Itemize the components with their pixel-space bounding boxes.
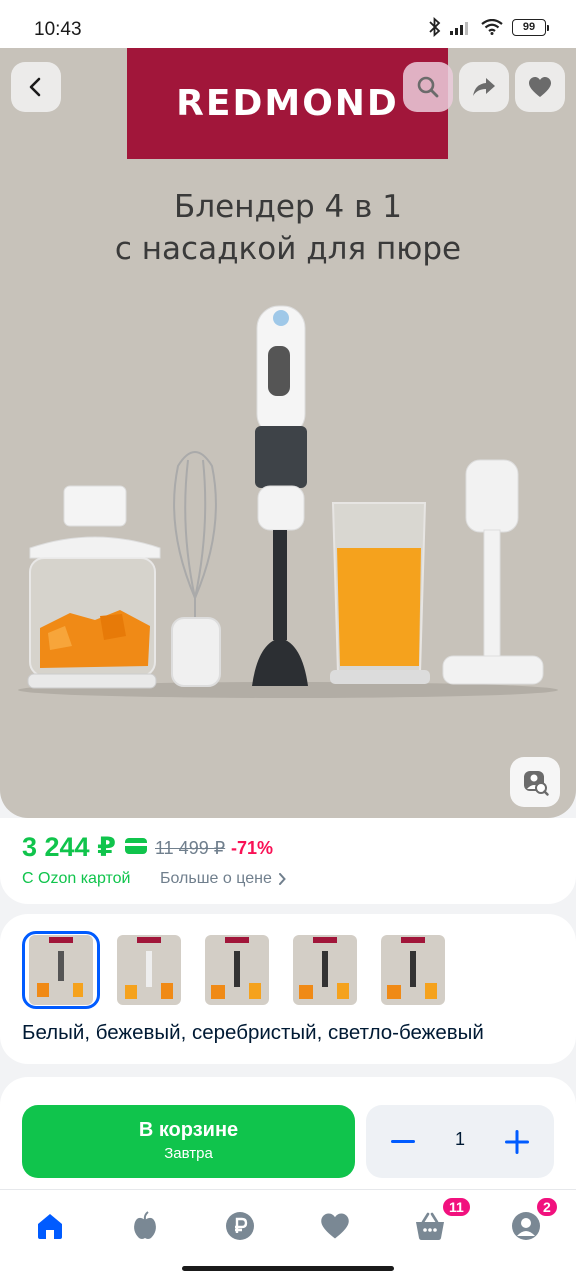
wifi-icon xyxy=(481,19,503,35)
brand-banner: REDMOND xyxy=(127,48,448,159)
chevron-right-icon xyxy=(278,873,286,885)
whisk-illustration xyxy=(171,451,221,687)
plus-icon xyxy=(505,1130,529,1154)
price-card: 3 244 ₽ 11 499 ₽ -71% С Ozon картой Боль… xyxy=(0,818,576,904)
more-about-price-label: Больше о цене xyxy=(160,870,272,887)
share-arrow-icon xyxy=(473,78,495,96)
nav-finance[interactable] xyxy=(222,1208,258,1244)
nav-favorites[interactable] xyxy=(317,1208,353,1244)
status-icons: 99 xyxy=(429,17,549,37)
minus-icon xyxy=(391,1140,415,1143)
variants-card: Белый, бежевый, серебристый, светло-беже… xyxy=(0,914,576,1064)
variant-thumb-image xyxy=(381,935,445,1005)
bluetooth-icon xyxy=(429,17,441,37)
brand-logo-text: REDMOND xyxy=(176,83,399,124)
search-button[interactable] xyxy=(403,62,453,112)
nav-home[interactable] xyxy=(32,1208,68,1244)
promo-title-line-2: с насадкой для пюре xyxy=(114,231,462,267)
back-button[interactable] xyxy=(11,62,61,112)
increase-quantity-button[interactable] xyxy=(502,1127,532,1157)
status-bar: 10:43 99 xyxy=(0,0,576,48)
variant-thumb-5[interactable] xyxy=(374,931,452,1009)
nav-fresh[interactable] xyxy=(127,1208,163,1244)
variant-thumbnails xyxy=(22,931,452,1009)
chevron-left-icon xyxy=(29,77,41,97)
cart-count-badge: 11 xyxy=(441,1196,472,1218)
home-indicator xyxy=(182,1266,394,1271)
delivery-date-label: Завтра xyxy=(164,1145,213,1162)
favorite-button[interactable] xyxy=(515,62,565,112)
variant-thumb-image xyxy=(293,935,357,1005)
variant-thumb-4[interactable] xyxy=(286,931,364,1009)
battery-indicator: 99 xyxy=(512,18,549,36)
heart-icon xyxy=(321,1213,349,1239)
variant-thumb-2[interactable] xyxy=(110,931,188,1009)
juice-glass-illustration xyxy=(330,502,430,684)
profile-notification-badge: 2 xyxy=(535,1196,559,1218)
variant-thumb-image xyxy=(29,935,93,1005)
in-cart-button[interactable]: В корзине Завтра xyxy=(22,1105,355,1178)
quantity-value: 1 xyxy=(454,1129,465,1149)
ozon-card-caption: С Ozon картой xyxy=(22,870,131,887)
price-old: 11 499 ₽ xyxy=(155,838,226,858)
quantity-stepper: 1 xyxy=(366,1105,554,1178)
chopper-bowl-illustration xyxy=(27,485,161,689)
profile-icon xyxy=(512,1212,540,1240)
in-cart-label: В корзине xyxy=(138,1119,239,1141)
product-image xyxy=(18,305,558,698)
masher-illustration xyxy=(442,459,544,685)
product-gallery[interactable]: REDMOND Блендер 4 в 1 с насадкой для пюр… xyxy=(0,48,576,818)
basket-icon xyxy=(416,1212,444,1240)
promo-title-line-1: Блендер 4 в 1 xyxy=(174,189,402,225)
price-ozon-card: 3 244 ₽ xyxy=(22,832,116,862)
image-search-icon xyxy=(524,771,549,796)
promo-title: Блендер 4 в 1 с насадкой для пюре xyxy=(0,186,576,270)
apple-icon xyxy=(134,1211,156,1239)
variant-thumb-1[interactable] xyxy=(22,931,100,1009)
status-time: 10:43 xyxy=(34,19,82,40)
decrease-quantity-button[interactable] xyxy=(388,1129,418,1155)
visual-search-button[interactable] xyxy=(510,757,560,807)
share-button[interactable] xyxy=(459,62,509,112)
signal-icon xyxy=(450,22,468,35)
more-about-price-link[interactable]: Больше о цене xyxy=(160,870,286,888)
heart-icon xyxy=(529,77,551,97)
variant-thumb-3[interactable] xyxy=(198,931,276,1009)
variant-thumb-image xyxy=(205,935,269,1005)
ozon-card-icon xyxy=(125,838,147,854)
hand-blender-illustration xyxy=(252,305,308,686)
variant-thumb-image xyxy=(117,935,181,1005)
home-icon xyxy=(38,1214,62,1239)
variant-colors-text: Белый, бежевый, серебристый, светло-беже… xyxy=(22,1021,484,1044)
search-icon xyxy=(417,76,439,98)
discount-badge: -71% xyxy=(231,838,274,858)
ruble-icon xyxy=(226,1212,254,1240)
